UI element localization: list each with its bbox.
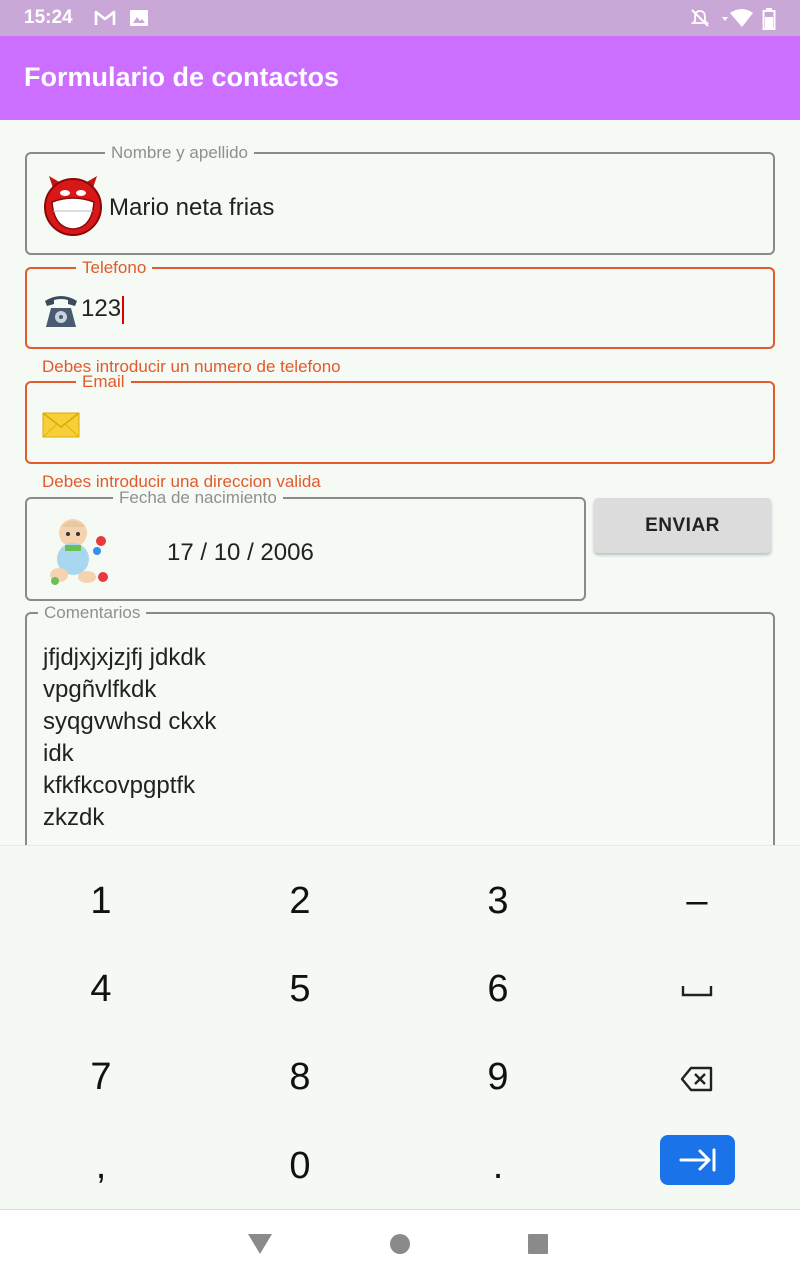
phone-field-label: Telefono [76, 258, 153, 278]
text-cursor [122, 295, 125, 324]
key-3[interactable]: 3 [398, 857, 598, 945]
email-field[interactable]: Email [25, 372, 775, 464]
gmail-icon [94, 8, 116, 28]
comments-text: jfjdjxjxjzjfj jdkdk vpgñvlfkdk syqgvwhsd… [43, 642, 216, 834]
comments-field-label: Comentarios [38, 603, 147, 623]
name-field-label: Nombre y apellido [105, 143, 255, 163]
comment-line: jfjdjxjxjzjfj jdkdk [43, 644, 206, 671]
app-bar: Formulario de contactos [0, 36, 800, 120]
comment-line: idk [43, 740, 74, 767]
key-comma[interactable]: , [1, 1122, 201, 1210]
key-next[interactable] [660, 1135, 735, 1185]
key-1[interactable]: 1 [1, 857, 201, 945]
envelope-icon [41, 407, 81, 441]
key-4[interactable]: 4 [1, 945, 201, 1033]
phone-value[interactable]: 123 [81, 295, 125, 324]
space-icon [681, 985, 713, 997]
key-period[interactable]: . [398, 1122, 598, 1210]
comment-line: syqgvwhsd ckxk [43, 708, 217, 735]
status-bar: 15:24 [0, 0, 800, 36]
navigation-bar [0, 1209, 800, 1280]
numeric-keyboard: 1 2 3 – 4 5 6 7 8 9 , 0 . [0, 845, 800, 1209]
baby-icon [47, 515, 113, 587]
key-7[interactable]: 7 [1, 1033, 201, 1121]
status-time: 15:24 [24, 7, 73, 28]
home-button[interactable] [389, 1233, 411, 1260]
key-9[interactable]: 9 [398, 1033, 598, 1121]
key-dash[interactable]: – [597, 857, 797, 945]
app-title: Formulario de contactos [24, 62, 340, 92]
telephone-icon [41, 291, 81, 329]
key-0[interactable]: 0 [200, 1122, 400, 1210]
recents-square-icon [528, 1234, 548, 1254]
recents-button[interactable] [527, 1233, 549, 1260]
back-button[interactable] [247, 1233, 273, 1260]
send-button[interactable]: ENVIAR [594, 498, 771, 553]
image-icon [129, 8, 149, 28]
key-6[interactable]: 6 [398, 945, 598, 1033]
birthdate-field[interactable]: Fecha de nacimiento 17 / 10 / 2006 [25, 488, 586, 601]
backspace-icon [680, 1066, 713, 1092]
key-8[interactable]: 8 [200, 1033, 400, 1121]
tab-next-icon [679, 1148, 716, 1172]
name-field[interactable]: Nombre y apellido Mario neta frias [25, 143, 775, 255]
back-triangle-icon [248, 1234, 272, 1254]
home-circle-icon [390, 1234, 410, 1254]
name-value: Mario neta frias [109, 194, 275, 221]
comments-field[interactable]: Comentarios jfjdjxjxjzjfj jdkdk vpgñvlfk… [25, 603, 775, 872]
comment-line: kfkfkcovpgptfk [43, 772, 196, 799]
birthdate-field-label: Fecha de nacimiento [113, 488, 283, 508]
comment-line: vpgñvlfkdk [43, 676, 157, 703]
battery-icon [762, 8, 776, 30]
wifi-icon [720, 8, 753, 28]
key-2[interactable]: 2 [200, 857, 400, 945]
phone-field[interactable]: Telefono 123 [25, 258, 775, 349]
devil-face-icon [41, 172, 105, 236]
phone-value-text: 123 [81, 295, 122, 322]
key-backspace[interactable] [597, 1033, 797, 1121]
mute-icon [690, 8, 710, 28]
key-space[interactable] [597, 945, 797, 1033]
birthdate-value: 17 / 10 / 2006 [167, 539, 314, 566]
email-field-label: Email [76, 372, 131, 392]
comment-line: zkzdk [43, 804, 105, 831]
key-5[interactable]: 5 [200, 945, 400, 1033]
